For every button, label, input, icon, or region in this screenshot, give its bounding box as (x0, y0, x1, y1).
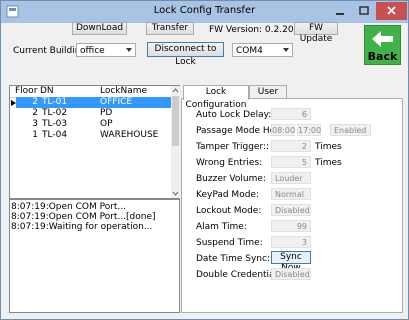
disconnect-button[interactable]: Disconnect to Lock (147, 42, 224, 67)
title-bar[interactable]: Lock Config Transfer (1, 1, 408, 23)
cell-dn: TL-03 (42, 119, 68, 129)
lock-table: Floor DN LockName 2 TL-01 OFFICE 2 TL-02… (9, 85, 180, 199)
table-row[interactable]: 2 TL-02 PD (10, 108, 171, 119)
building-select[interactable]: office (76, 43, 136, 57)
building-value: office (80, 46, 105, 56)
date-time-sync-label: Date Time Sync: (196, 254, 270, 264)
table-row[interactable]: 1 TL-04 WAREHOUSE (10, 130, 171, 141)
cell-lockname: OFFICE (98, 97, 171, 108)
cell-dn: TL-04 (42, 130, 68, 140)
passage-mode-status[interactable]: Enabled (330, 124, 371, 136)
tamper-trigger-value[interactable]: 2 (271, 140, 311, 152)
lockout-mode-label: Lockout Mode: (196, 206, 262, 216)
keypad-mode-label: KeyPad Mode: (196, 190, 259, 200)
buzzer-volume-label: Buzzer Volume: (196, 174, 266, 184)
keypad-mode-value[interactable]: Normal (271, 188, 311, 200)
config-tabs: Lock Configuration User Data Auto Lock D… (181, 85, 403, 314)
column-header-lockname[interactable]: LockName (100, 86, 170, 97)
table-scrollbar[interactable] (171, 86, 180, 198)
back-button[interactable]: Back (364, 25, 401, 65)
passage-end-time[interactable]: 17:00 (297, 124, 321, 136)
wrong-entries-label: Wrong Entries: (196, 158, 263, 168)
close-button[interactable] (376, 2, 407, 20)
port-value: COM4 (236, 46, 263, 56)
log-line: 8:07:19:Open COM Port... (11, 202, 127, 212)
passage-start-time[interactable]: 08:00 (271, 124, 295, 136)
tab-lock-configuration[interactable]: Lock Configuration (183, 85, 249, 110)
wrong-entries-unit: Times (315, 158, 342, 168)
maximize-icon (359, 6, 369, 15)
lockout-mode-value[interactable]: Disabled (271, 204, 311, 216)
alarm-time-label: Alam Time: (196, 222, 247, 232)
table-row[interactable]: 2 TL-01 OFFICE (10, 97, 171, 108)
minimize-icon (336, 13, 344, 15)
alarm-time-value[interactable]: 99 (271, 220, 311, 232)
cell-floor: 3 (32, 119, 38, 129)
close-icon (387, 6, 396, 15)
cell-floor: 2 (32, 108, 38, 118)
cell-lockname: WAREHOUSE (100, 130, 159, 140)
log-line: 8:07:19:Waiting for operation... (11, 222, 153, 232)
tamper-trigger-label: Tamper Trigger:: (196, 142, 270, 152)
scroll-up-icon (172, 88, 179, 93)
log-output[interactable]: 8:07:19:Open COM Port... 8:07:19:Open CO… (9, 199, 180, 313)
fw-version: FW Version: 0.2.20 (209, 25, 294, 35)
transfer-button[interactable]: Transfer (146, 22, 194, 35)
log-line: 8:07:19:Open COM Port...[done] (11, 212, 156, 222)
scroll-down-icon (172, 191, 179, 196)
suspend-time-label: Suspend Time: (196, 238, 263, 248)
maximize-button[interactable] (352, 2, 376, 20)
port-select[interactable]: COM4 (232, 43, 293, 57)
minimize-button[interactable] (328, 2, 352, 20)
tamper-trigger-unit: Times (315, 142, 342, 152)
chevron-down-icon (126, 48, 132, 52)
cell-dn: TL-01 (40, 97, 98, 108)
lock-configuration-panel: Auto Lock Delay: 6 Passage Mode Hour: 08… (181, 98, 403, 313)
chevron-down-icon (283, 48, 289, 52)
app-window: Lock Config Transfer DownLoad Transfer F… (0, 0, 409, 320)
column-header-floor[interactable]: Floor (15, 86, 41, 97)
tab-user-data[interactable]: User Data (249, 85, 287, 110)
fw-update-button[interactable]: FW Update (294, 22, 338, 44)
double-credential-value[interactable]: Disabled (271, 268, 311, 280)
scroll-thumb[interactable] (172, 96, 179, 146)
sync-now-button[interactable]: Sync Now (271, 251, 311, 273)
download-button[interactable]: DownLoad (72, 22, 127, 35)
double-credential-label: Double Credential: (196, 270, 281, 280)
cell-lockname: PD (100, 108, 113, 118)
arrow-left-icon (372, 31, 393, 47)
auto-lock-delay-value[interactable]: 6 (271, 108, 311, 120)
wrong-entries-value[interactable]: 5 (271, 156, 311, 168)
column-header-dn[interactable]: DN (40, 86, 96, 97)
cell-floor: 2 (16, 97, 40, 108)
cell-dn: TL-02 (42, 108, 68, 118)
buzzer-volume-value[interactable]: Louder (271, 172, 311, 184)
suspend-time-value[interactable]: 3 (271, 236, 311, 248)
cell-floor: 1 (32, 130, 38, 140)
back-label: Back (367, 50, 398, 63)
table-row[interactable]: 3 TL-03 OP (10, 119, 171, 130)
cell-lockname: OP (100, 119, 113, 129)
